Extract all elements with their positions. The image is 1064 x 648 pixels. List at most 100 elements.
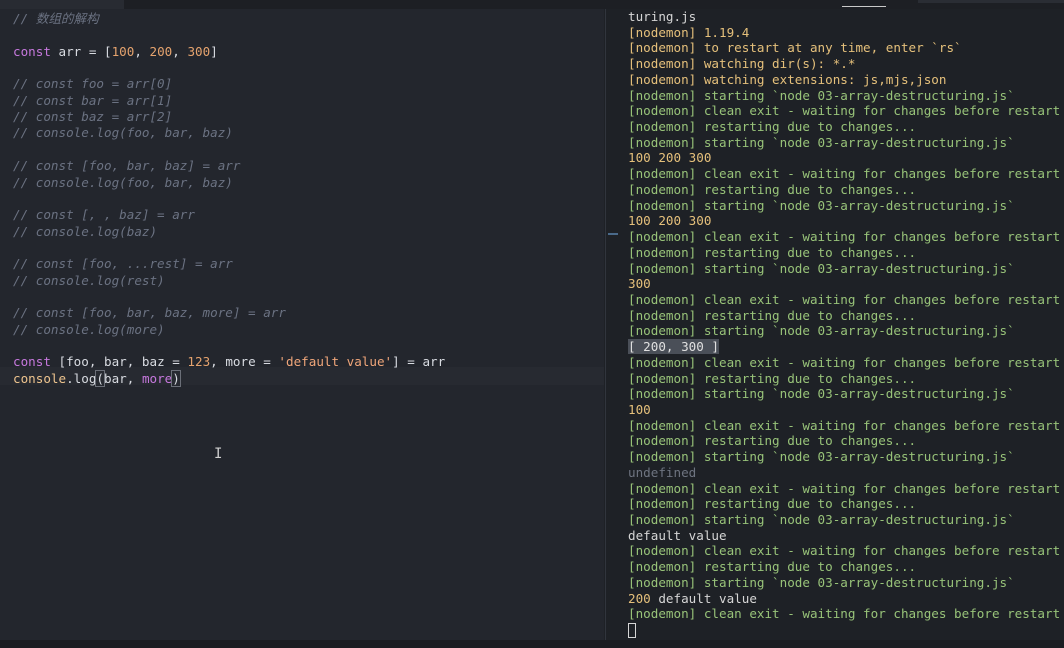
nodemon-log: [nodemon] watching extensions: js,mjs,js… — [628, 71, 947, 87]
terminal-output: turing.js — [628, 9, 697, 24]
code-token: more — [141, 370, 173, 386]
terminal-output: default value — [628, 527, 727, 543]
nodemon-log: [nodemon] clean exit - waiting for chang… — [628, 166, 1061, 182]
nodemon-log: [nodemon] starting `node 03-array-destru… — [628, 134, 1015, 150]
pane-divider[interactable] — [604, 9, 618, 640]
nodemon-log: [nodemon] starting `node 03-array-destru… — [628, 386, 1015, 402]
nodemon-log: [nodemon] starting `node 03-array-destru… — [628, 87, 1015, 103]
code-line: // const [foo, bar, baz] = arr — [13, 158, 240, 174]
terminal-output: 100 200 300 — [628, 213, 712, 229]
terminal-line: [nodemon] restarting due to changes... — [628, 308, 916, 324]
terminal-line: [nodemon] starting `node 03-array-destru… — [628, 88, 1015, 104]
terminal-line: [nodemon] to restart at any time, enter … — [628, 40, 962, 56]
terminal-prompt[interactable] — [628, 623, 636, 639]
terminal-line: 100 — [628, 402, 651, 418]
terminal-line: [nodemon] starting `node 03-array-destru… — [628, 323, 1015, 339]
terminal-line: [nodemon] restarting due to changes... — [628, 496, 916, 512]
code-token: // console.log(foo, bar, baz) — [13, 174, 233, 190]
terminal-output: undefined — [628, 464, 697, 480]
terminal-line: [nodemon] starting `node 03-array-destru… — [628, 512, 1015, 528]
code-token: // 数组的解构 — [13, 11, 99, 26]
code-token: const — [13, 43, 51, 59]
nodemon-log: [nodemon] clean exit - waiting for chang… — [628, 480, 1061, 496]
terminal-line: turing.js — [628, 9, 696, 25]
code-token: 300 — [187, 43, 211, 59]
terminal-output: 300 — [628, 276, 651, 292]
code-token: . — [66, 370, 74, 386]
code-token: // console.log(foo, bar, baz) — [13, 125, 233, 141]
terminal-tab[interactable] — [842, 0, 886, 7]
code-token: ) — [171, 369, 181, 387]
code-token: bar, — [104, 370, 142, 386]
code-token: 'default value' — [278, 354, 393, 370]
code-token: // const [foo, bar, baz] = arr — [13, 158, 241, 174]
terminal-line: [nodemon] watching extensions: js,mjs,js… — [628, 72, 946, 88]
code-line: // console.log(foo, bar, baz) — [13, 175, 233, 191]
nodemon-log: [nodemon] 1.19.4 — [628, 24, 750, 40]
code-line: // const [, , baz] = arr — [13, 207, 195, 223]
terminal-line: [nodemon] clean exit - waiting for chang… — [628, 229, 1060, 245]
code-token: // console.log(baz) — [13, 223, 158, 239]
nodemon-log: [nodemon] clean exit - waiting for chang… — [628, 543, 1061, 559]
terminal-line: 100 200 300 — [628, 213, 711, 229]
code-token: // const [foo, ...rest] = arr — [13, 256, 233, 272]
terminal-line: [nodemon] restarting due to changes... — [628, 245, 916, 261]
code-token: // console.log(more) — [13, 321, 165, 337]
nodemon-log: [nodemon] starting `node 03-array-destru… — [628, 512, 1015, 528]
terminal-line: [nodemon] starting `node 03-array-destru… — [628, 198, 1015, 214]
code-line: // const foo = arr[0] — [13, 76, 172, 92]
text-cursor-icon: I — [214, 446, 223, 462]
terminal-line: default value — [628, 528, 727, 544]
nodemon-log: [nodemon] starting `node 03-array-destru… — [628, 574, 1015, 590]
tab-bar — [0, 0, 1064, 9]
terminal-cursor — [628, 623, 636, 639]
code-line: // const bar = arr[1] — [13, 93, 172, 109]
terminal-line: [ 200, 300 ] — [628, 339, 719, 355]
nodemon-log: [nodemon] starting `node 03-array-destru… — [628, 323, 1015, 339]
code-token: , more = — [210, 354, 279, 370]
code-token: // const [, , baz] = arr — [13, 207, 195, 223]
terminal-line: [nodemon] starting `node 03-array-destru… — [628, 261, 1015, 277]
code-token: // const foo = arr[0] — [13, 76, 173, 92]
nodemon-log: [nodemon] restarting due to changes... — [628, 370, 917, 386]
code-line: // console.log(foo, bar, baz) — [13, 125, 233, 141]
code-line: // const baz = arr[2] — [13, 109, 172, 125]
terminal-line: [nodemon] restarting due to changes... — [628, 182, 916, 198]
nodemon-log: [nodemon] clean exit - waiting for chang… — [628, 354, 1061, 370]
terminal-panel[interactable]: turing.js [nodemon] 1.19.4 [nodemon] to re… — [618, 9, 1064, 640]
terminal-line: [nodemon] clean exit - waiting for chang… — [628, 103, 1060, 119]
nodemon-log: [nodemon] clean exit - waiting for chang… — [628, 606, 1061, 622]
terminal-line: [nodemon] clean exit - waiting for chang… — [628, 481, 1060, 497]
nodemon-log: [nodemon] restarting due to changes... — [628, 244, 917, 260]
code-token: log — [73, 370, 97, 386]
code-token: 200 — [149, 43, 173, 59]
code-token: console — [13, 370, 67, 386]
nodemon-log: [nodemon] watching dir(s): *.* — [628, 56, 856, 72]
terminal-line: [nodemon] restarting due to changes... — [628, 559, 916, 575]
code-token: // const bar = arr[1] — [13, 92, 173, 108]
scrollbar-marker — [608, 233, 618, 235]
editor-tab[interactable] — [0, 0, 124, 9]
code-line: // console.log(more) — [13, 322, 165, 338]
code-token: , — [172, 43, 188, 59]
code-editor[interactable]: I // 数组的解构 const arr = [100, 200, 300] // … — [0, 9, 604, 640]
nodemon-log: [nodemon] restarting due to changes... — [628, 433, 917, 449]
terminal-line: [nodemon] starting `node 03-array-destru… — [628, 449, 1015, 465]
nodemon-log: [nodemon] restarting due to changes... — [628, 559, 917, 575]
code-line: // 数组的解构 — [13, 11, 99, 27]
terminal-line: [nodemon] 1.19.4 — [628, 25, 749, 41]
code-token: , — [134, 43, 150, 59]
terminal-line: [nodemon] clean exit - waiting for chang… — [628, 606, 1060, 622]
terminal-line: [nodemon] clean exit - waiting for chang… — [628, 292, 1060, 308]
nodemon-log: [nodemon] restarting due to changes... — [628, 181, 917, 197]
terminal-tab-inactive[interactable] — [918, 0, 1064, 3]
nodemon-log: [nodemon] restarting due to changes... — [628, 119, 917, 135]
code-token: 123 — [187, 354, 211, 370]
terminal-line: [nodemon] watching dir(s): *.* — [628, 56, 855, 72]
terminal-output: [ 200, 300 ] — [628, 339, 719, 355]
nodemon-log: [nodemon] to restart at any time, enter … — [628, 40, 962, 56]
terminal-line: [nodemon] clean exit - waiting for chang… — [628, 418, 1060, 434]
nodemon-log: [nodemon] clean exit - waiting for chang… — [628, 229, 1061, 245]
code-line: const arr = [100, 200, 300] — [13, 44, 218, 60]
terminal-line: [nodemon] starting `node 03-array-destru… — [628, 575, 1015, 591]
